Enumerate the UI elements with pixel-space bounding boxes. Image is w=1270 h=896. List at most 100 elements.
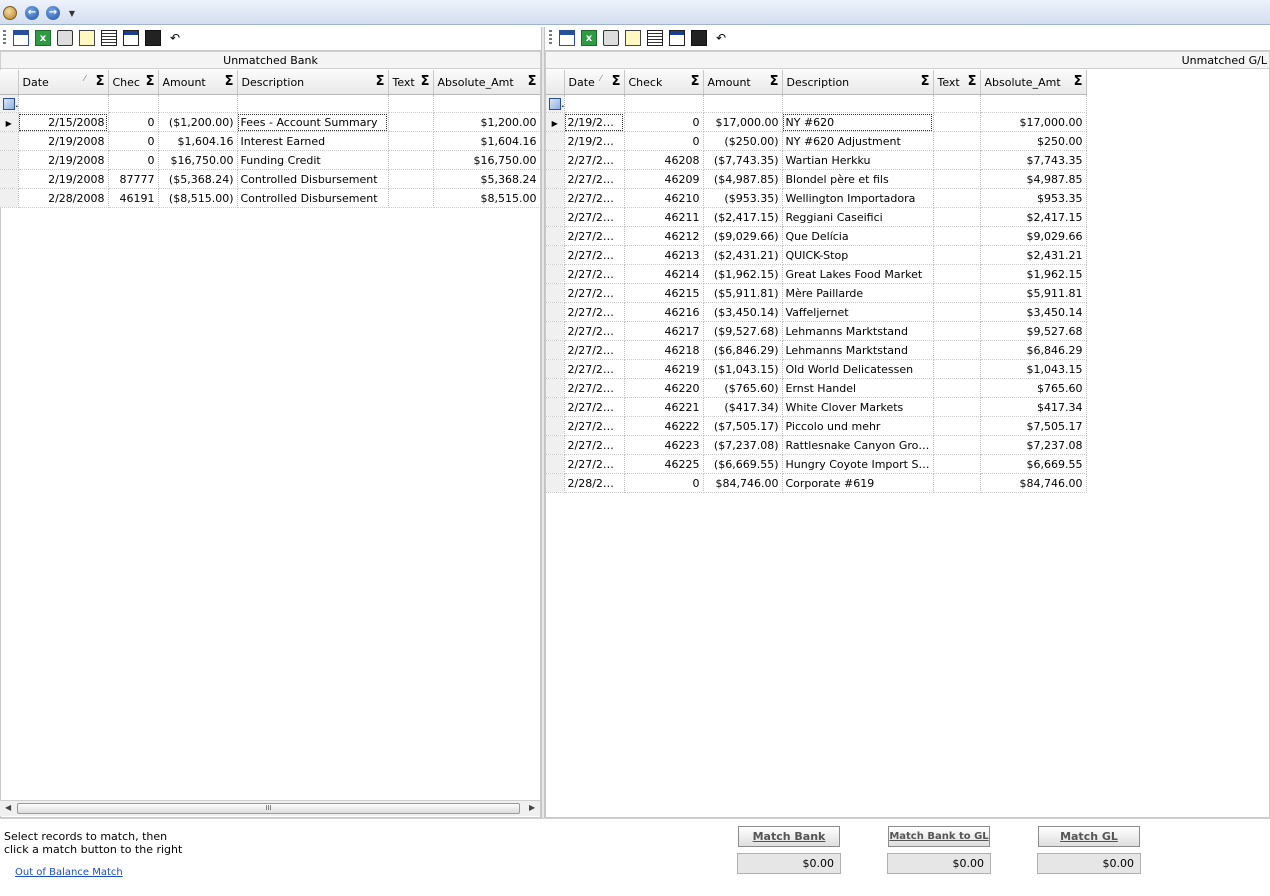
description-cell[interactable]: Great Lakes Food Market <box>782 264 934 284</box>
table-row[interactable]: 2/27/2008 46220 ($765.60) Ernst Handel $765.… <box>546 378 1087 398</box>
text-cell[interactable] <box>933 245 981 265</box>
text-cell[interactable] <box>933 454 981 474</box>
text-cell[interactable] <box>933 226 981 246</box>
column-header-date[interactable]: Date ⁄ Σ <box>18 70 109 95</box>
text-cell[interactable] <box>933 112 981 132</box>
sigma-icon[interactable]: Σ <box>770 74 779 89</box>
grid-icon[interactable] <box>13 30 29 46</box>
text-cell[interactable] <box>933 359 981 379</box>
check-cell[interactable]: 46225 <box>624 454 704 474</box>
filter-cell[interactable] <box>980 94 1087 113</box>
scroll-left-icon[interactable]: ◀ <box>5 803 11 812</box>
row-selector[interactable] <box>546 473 565 493</box>
description-cell[interactable]: White Clover Markets <box>782 397 934 417</box>
sigma-icon[interactable]: Σ <box>968 74 977 89</box>
date-cell[interactable]: 2/27/2008 <box>564 226 625 246</box>
table-row[interactable]: 2/27/2008 46218 ($6,846.29) Lehmanns Markts… <box>546 340 1087 360</box>
absolute-amt-cell[interactable]: $1,604.16 <box>433 131 540 151</box>
row-selector[interactable]: ▶ <box>0 112 19 132</box>
row-selector[interactable] <box>546 131 565 151</box>
sigma-icon[interactable]: Σ <box>376 74 385 89</box>
absolute-amt-cell[interactable]: $6,669.55 <box>980 454 1087 474</box>
amount-cell[interactable]: ($417.34) <box>703 397 783 417</box>
table-row[interactable]: 2/27/2008 46216 ($3,450.14) Vaffeljernet $3,… <box>546 302 1087 322</box>
amount-cell[interactable]: ($250.00) <box>703 131 783 151</box>
absolute-amt-cell[interactable]: $3,450.14 <box>980 302 1087 322</box>
row-selector[interactable] <box>546 245 565 265</box>
date-cell[interactable]: 2/27/2008 <box>564 302 625 322</box>
column-header-text[interactable]: Text Σ <box>933 70 981 95</box>
date-cell[interactable]: 2/27/2008 <box>564 283 625 303</box>
row-selector[interactable] <box>0 131 19 151</box>
row-selector[interactable] <box>546 264 565 284</box>
amount-cell[interactable]: ($4,987.85) <box>703 169 783 189</box>
date-cell[interactable]: 2/15/2008 <box>18 112 109 132</box>
description-cell[interactable]: Ernst Handel <box>782 378 934 398</box>
table-row[interactable]: 2/27/2008 46223 ($7,237.08) Rattlesnake Can… <box>546 435 1087 455</box>
row-selector[interactable] <box>546 454 565 474</box>
amount-cell[interactable]: ($8,515.00) <box>158 188 238 208</box>
amount-cell[interactable]: ($2,417.15) <box>703 207 783 227</box>
check-cell[interactable]: 46216 <box>624 302 704 322</box>
absolute-amt-cell[interactable]: $953.35 <box>980 188 1087 208</box>
text-cell[interactable] <box>933 283 981 303</box>
sigma-icon[interactable]: Σ <box>1074 74 1083 89</box>
description-cell[interactable]: Lehmanns Marktstand <box>782 321 934 341</box>
row-selector[interactable] <box>546 150 565 170</box>
absolute-amt-cell[interactable]: $6,846.29 <box>980 340 1087 360</box>
text-cell[interactable] <box>933 378 981 398</box>
date-cell[interactable]: 2/27/2008 <box>564 397 625 417</box>
amount-cell[interactable]: ($7,237.08) <box>703 435 783 455</box>
text-cell[interactable] <box>933 473 981 493</box>
sigma-icon[interactable]: Σ <box>96 74 105 89</box>
amount-cell[interactable]: ($7,505.17) <box>703 416 783 436</box>
out-of-balance-match-link[interactable]: Out of Balance Match <box>15 867 123 878</box>
absolute-amt-cell[interactable]: $16,750.00 <box>433 150 540 170</box>
filter-row-selector[interactable] <box>546 94 565 113</box>
table-row[interactable]: 2/27/2008 46209 ($4,987.85) Blondel père et… <box>546 169 1087 189</box>
filter-cell[interactable] <box>933 94 981 113</box>
absolute-amt-cell[interactable]: $84,746.00 <box>980 473 1087 493</box>
amount-cell[interactable]: $16,750.00 <box>158 150 238 170</box>
date-cell[interactable]: 2/27/2008 <box>564 207 625 227</box>
check-cell[interactable]: 46212 <box>624 226 704 246</box>
check-cell[interactable]: 0 <box>624 473 704 493</box>
description-cell[interactable]: Rattlesnake Canyon Groce... <box>782 435 934 455</box>
filter-cell[interactable] <box>564 94 625 113</box>
check-cell[interactable]: 46219 <box>624 359 704 379</box>
absolute-amt-cell[interactable]: $2,431.21 <box>980 245 1087 265</box>
report-icon[interactable] <box>625 30 641 46</box>
amount-cell[interactable]: ($5,911.81) <box>703 283 783 303</box>
table-row[interactable]: 2/27/2008 46215 ($5,911.81) Mère Paillarde $… <box>546 283 1087 303</box>
table-row[interactable]: 2/19/2008 0 ($250.00) NY #620 Adjustment $25… <box>546 131 1087 151</box>
list-view-icon[interactable] <box>647 30 663 46</box>
row-selector[interactable] <box>0 188 19 208</box>
table-row[interactable]: 2/27/2008 46225 ($6,669.55) Hungry Coyote I… <box>546 454 1087 474</box>
date-cell[interactable]: 2/19/2008 <box>564 112 625 132</box>
amount-cell[interactable]: $1,604.16 <box>158 131 238 151</box>
report-icon[interactable] <box>79 30 95 46</box>
text-cell[interactable] <box>933 150 981 170</box>
description-cell[interactable]: Wartian Herkku <box>782 150 934 170</box>
column-header-absolute-amt[interactable]: Absolute_Amt Σ <box>433 70 540 95</box>
date-cell[interactable]: 2/28/2008 <box>18 188 109 208</box>
description-cell[interactable]: Interest Earned <box>237 131 389 151</box>
column-header-date[interactable]: Date ⁄ Σ <box>564 70 625 95</box>
table-row[interactable]: 2/27/2008 46210 ($953.35) Wellington Import… <box>546 188 1087 208</box>
text-cell[interactable] <box>388 169 434 189</box>
filter-icon[interactable] <box>549 98 561 110</box>
amount-cell[interactable]: ($9,029.66) <box>703 226 783 246</box>
check-cell[interactable]: 46214 <box>624 264 704 284</box>
row-selector[interactable] <box>546 207 565 227</box>
date-cell[interactable]: 2/27/2008 <box>564 150 625 170</box>
absolute-amt-cell[interactable]: $2,417.15 <box>980 207 1087 227</box>
description-cell[interactable]: Vaffeljernet <box>782 302 934 322</box>
amount-cell[interactable]: ($3,450.14) <box>703 302 783 322</box>
window-icon[interactable] <box>669 30 685 46</box>
sigma-icon[interactable]: Σ <box>225 74 234 89</box>
row-selector[interactable] <box>546 226 565 246</box>
grid-icon[interactable] <box>559 30 575 46</box>
table-row[interactable]: 2/19/2008 87777 ($5,368.24) Controlled Disb… <box>0 169 540 189</box>
sigma-icon[interactable]: Σ <box>528 74 537 89</box>
row-selector[interactable] <box>546 169 565 189</box>
